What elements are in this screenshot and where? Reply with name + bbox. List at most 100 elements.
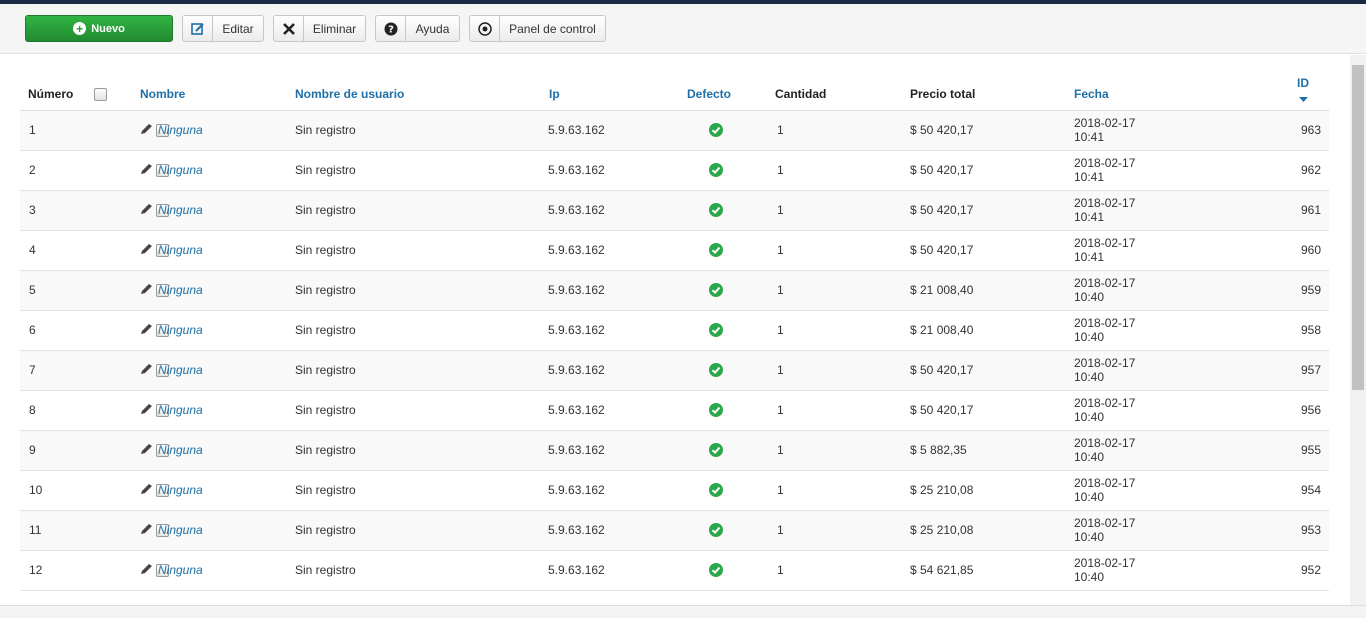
header-usuario[interactable]: Nombre de usuario bbox=[295, 55, 547, 111]
delete-button[interactable]: Eliminar bbox=[273, 15, 366, 42]
row-name-link[interactable]: Ninguna bbox=[158, 483, 203, 497]
row-ip: 5.9.63.162 bbox=[548, 523, 605, 537]
check-circle-icon[interactable] bbox=[709, 323, 723, 338]
help-button[interactable]: ? Ayuda bbox=[375, 15, 460, 42]
new-button[interactable]: + Nuevo bbox=[25, 15, 173, 42]
header-id-cell[interactable]: ID bbox=[1165, 55, 1329, 111]
row-name-link[interactable]: Ninguna bbox=[158, 163, 203, 177]
row-qty: 1 bbox=[777, 563, 784, 577]
header-id: ID bbox=[1297, 75, 1309, 90]
check-circle-icon[interactable] bbox=[709, 283, 723, 298]
edit-button[interactable]: Editar bbox=[182, 15, 264, 42]
row-name-cell: Ninguna bbox=[140, 270, 295, 311]
table-row[interactable]: 10 Ninguna Sin registro 5.9.63.162 1 $ 2… bbox=[20, 470, 1329, 511]
row-date-cell: 2018-02-17 10:41 bbox=[1074, 190, 1165, 231]
plus-circle-icon: + bbox=[73, 22, 87, 35]
header-nombre[interactable]: Nombre bbox=[140, 55, 295, 111]
control-panel-button[interactable]: Panel de control bbox=[469, 15, 606, 42]
row-user-cell: Sin registro bbox=[295, 270, 547, 311]
check-circle-icon[interactable] bbox=[709, 483, 723, 498]
check-circle-icon[interactable] bbox=[709, 363, 723, 378]
row-number: 9 bbox=[20, 430, 82, 471]
pencil-icon bbox=[141, 244, 152, 254]
row-name-link[interactable]: Ninguna bbox=[158, 203, 203, 217]
table-row[interactable]: 8 Ninguna Sin registro 5.9.63.162 1 $ 50… bbox=[20, 390, 1329, 431]
row-name-link[interactable]: Ninguna bbox=[158, 563, 203, 577]
row-id-cell: 954 bbox=[1165, 470, 1329, 511]
row-ip-cell: 5.9.63.162 bbox=[547, 350, 667, 391]
row-number: 4 bbox=[20, 230, 82, 271]
row-qty: 1 bbox=[777, 163, 784, 177]
header-defecto[interactable]: Defecto bbox=[667, 55, 775, 111]
check-circle-icon[interactable] bbox=[709, 123, 723, 138]
row-name-cell: Ninguna bbox=[140, 390, 295, 431]
check-circle-icon[interactable] bbox=[709, 163, 723, 178]
row-ip: 5.9.63.162 bbox=[548, 563, 605, 577]
table-row[interactable]: 12 Ninguna Sin registro 5.9.63.162 1 $ 5… bbox=[20, 550, 1329, 591]
header-ip[interactable]: Ip bbox=[547, 55, 667, 111]
check-circle-icon[interactable] bbox=[709, 443, 723, 458]
row-id-cell: 958 bbox=[1165, 310, 1329, 351]
table-row[interactable]: 7 Ninguna Sin registro 5.9.63.162 1 $ 50… bbox=[20, 350, 1329, 391]
row-qty: 1 bbox=[777, 323, 784, 337]
row-default-cell bbox=[667, 190, 775, 231]
row-default-cell bbox=[667, 230, 775, 271]
table-row[interactable]: 5 Ninguna Sin registro 5.9.63.162 1 $ 21… bbox=[20, 270, 1329, 311]
check-circle-icon[interactable] bbox=[709, 203, 723, 218]
row-name-link[interactable]: Ninguna bbox=[158, 283, 203, 297]
row-user: Sin registro bbox=[295, 443, 356, 457]
table-row[interactable]: 11 Ninguna Sin registro 5.9.63.162 1 $ 2… bbox=[20, 510, 1329, 551]
select-all-checkbox[interactable] bbox=[94, 87, 107, 101]
check-circle-icon[interactable] bbox=[709, 243, 723, 258]
check-circle-icon[interactable] bbox=[709, 403, 723, 418]
row-price-cell: $ 21 008,40 bbox=[910, 270, 1074, 311]
row-user-cell: Sin registro bbox=[295, 510, 547, 551]
row-price-cell: $ 5 882,35 bbox=[910, 430, 1074, 471]
row-user: Sin registro bbox=[295, 483, 356, 497]
row-qty-cell: 1 bbox=[775, 430, 910, 471]
row-number: 10 bbox=[20, 470, 82, 511]
row-date-cell: 2018-02-17 10:40 bbox=[1074, 550, 1165, 591]
close-icon bbox=[274, 16, 304, 41]
check-circle-icon[interactable] bbox=[709, 523, 723, 538]
pencil-icon bbox=[141, 364, 152, 374]
row-qty-cell: 1 bbox=[775, 350, 910, 391]
vertical-scrollbar[interactable] bbox=[1350, 55, 1366, 605]
row-name-link[interactable]: Ninguna bbox=[158, 403, 203, 417]
row-number-text: 6 bbox=[29, 323, 36, 337]
row-ip: 5.9.63.162 bbox=[548, 483, 605, 497]
scrollbar-thumb[interactable] bbox=[1352, 65, 1364, 390]
header-cantidad: Cantidad bbox=[775, 55, 910, 111]
header-fecha[interactable]: Fecha bbox=[1074, 55, 1165, 111]
row-name-link[interactable]: Ninguna bbox=[158, 123, 203, 137]
row-ip-cell: 5.9.63.162 bbox=[547, 270, 667, 311]
row-id-cell: 962 bbox=[1165, 150, 1329, 191]
row-price: $ 21 008,40 bbox=[910, 323, 974, 337]
row-name-link[interactable]: Ninguna bbox=[158, 243, 203, 257]
row-qty: 1 bbox=[777, 363, 784, 377]
row-user: Sin registro bbox=[295, 323, 356, 337]
table-row[interactable]: 4 Ninguna Sin registro 5.9.63.162 1 $ 50… bbox=[20, 230, 1329, 271]
row-ip: 5.9.63.162 bbox=[548, 403, 605, 417]
table-row[interactable]: 1 Ninguna Sin registro 5.9.63.162 1 $ 50… bbox=[20, 110, 1329, 151]
row-id: 963 bbox=[1300, 123, 1321, 137]
row-name-link[interactable]: Ninguna bbox=[158, 363, 203, 377]
row-name-cell: Ninguna bbox=[140, 470, 295, 511]
check-circle-icon[interactable] bbox=[709, 563, 723, 578]
row-date: 2018-02-17 10:40 bbox=[1074, 556, 1136, 584]
table-row[interactable]: 9 Ninguna Sin registro 5.9.63.162 1 $ 5 … bbox=[20, 430, 1329, 471]
row-user-cell: Sin registro bbox=[295, 470, 547, 511]
table-row[interactable]: 6 Ninguna Sin registro 5.9.63.162 1 $ 21… bbox=[20, 310, 1329, 351]
row-checkbox-cell bbox=[82, 510, 169, 551]
row-name-link[interactable]: Ninguna bbox=[158, 443, 203, 457]
table-row[interactable]: 2 Ninguna Sin registro 5.9.63.162 1 $ 50… bbox=[20, 150, 1329, 191]
row-name-link[interactable]: Ninguna bbox=[158, 523, 203, 537]
row-ip: 5.9.63.162 bbox=[548, 283, 605, 297]
row-number: 12 bbox=[20, 550, 82, 591]
table-row[interactable]: 3 Ninguna Sin registro 5.9.63.162 1 $ 50… bbox=[20, 190, 1329, 231]
row-price-cell: $ 54 621,85 bbox=[910, 550, 1074, 591]
row-checkbox-cell bbox=[82, 230, 169, 271]
row-number: 11 bbox=[20, 510, 82, 551]
row-default-cell bbox=[667, 550, 775, 591]
row-name-link[interactable]: Ninguna bbox=[158, 323, 203, 337]
